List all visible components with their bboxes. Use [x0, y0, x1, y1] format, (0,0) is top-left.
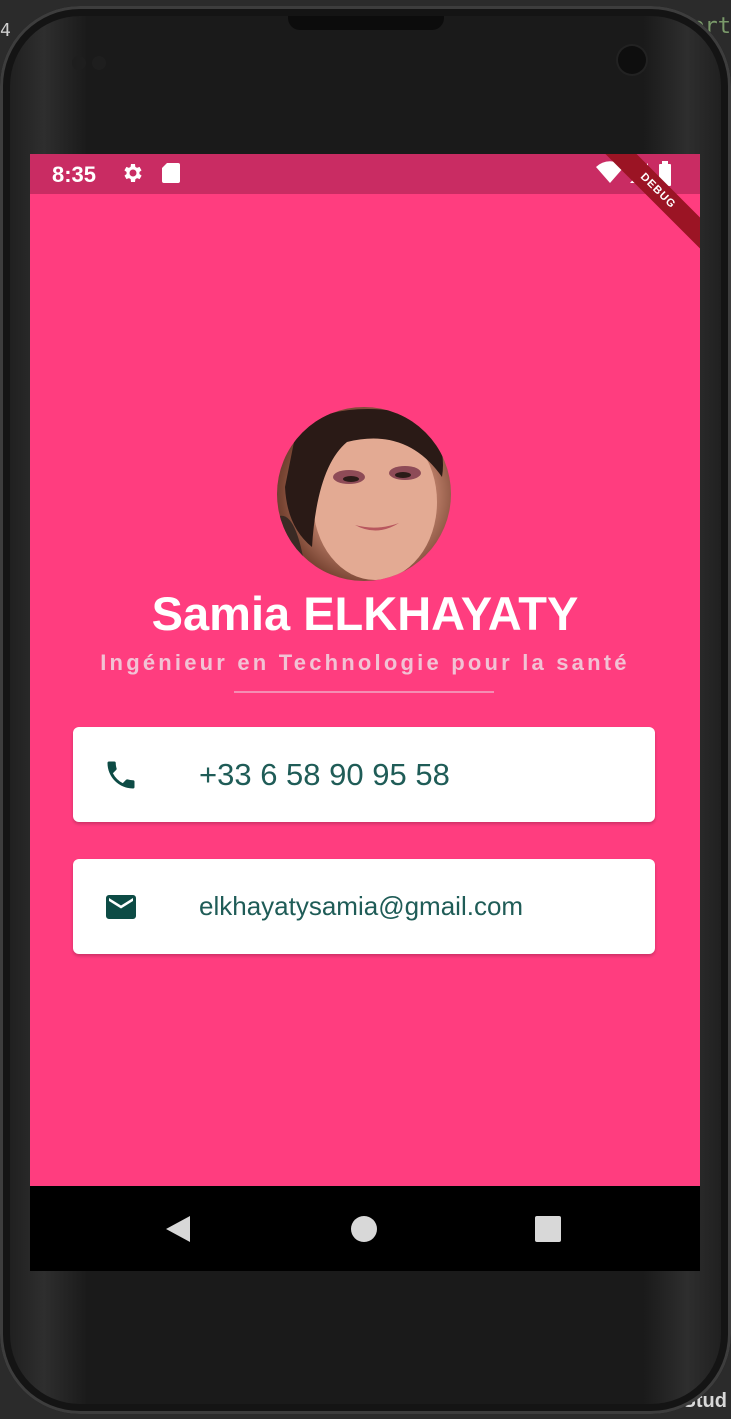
phone-sensors: [72, 56, 116, 72]
mail-icon: [106, 895, 136, 919]
profile-name: Samia ELKHAYATY: [151, 587, 579, 640]
avatar: [277, 407, 451, 581]
email-card[interactable]: elkhayatysamia@gmail.com: [73, 859, 655, 954]
phone-card[interactable]: +33 6 58 90 95 58: [73, 727, 655, 822]
front-camera: [618, 46, 646, 74]
back-icon[interactable]: [164, 1214, 192, 1244]
phone-speaker: [288, 16, 444, 30]
recents-icon[interactable]: [534, 1215, 562, 1243]
status-bar: 8:35 DEBUG: [30, 154, 700, 256]
profile-title: Ingénieur en Technologie pour la santé: [100, 650, 630, 675]
phone-number: +33 6 58 90 95 58: [199, 757, 450, 792]
phone-frame: 8:35 DEBUG Samia ELKHAYATY Ingénieur en …: [0, 6, 731, 1414]
profile-card-page: Samia ELKHAYATY Ingénieur en Technologie…: [30, 194, 700, 1186]
ide-line-number: 4: [0, 20, 11, 41]
gear-icon: [124, 164, 142, 182]
avatar-face-icon: [277, 409, 443, 581]
phone-icon: [107, 761, 135, 789]
device-screen: 8:35 DEBUG Samia ELKHAYATY Ingénieur en …: [30, 154, 700, 1271]
email-address: elkhayatysamia@gmail.com: [199, 891, 524, 921]
home-icon[interactable]: [350, 1215, 378, 1243]
navigation-bar: [30, 1186, 700, 1271]
status-time: 8:35: [52, 162, 97, 187]
sd-card-icon: [162, 163, 180, 183]
divider: [234, 691, 494, 693]
